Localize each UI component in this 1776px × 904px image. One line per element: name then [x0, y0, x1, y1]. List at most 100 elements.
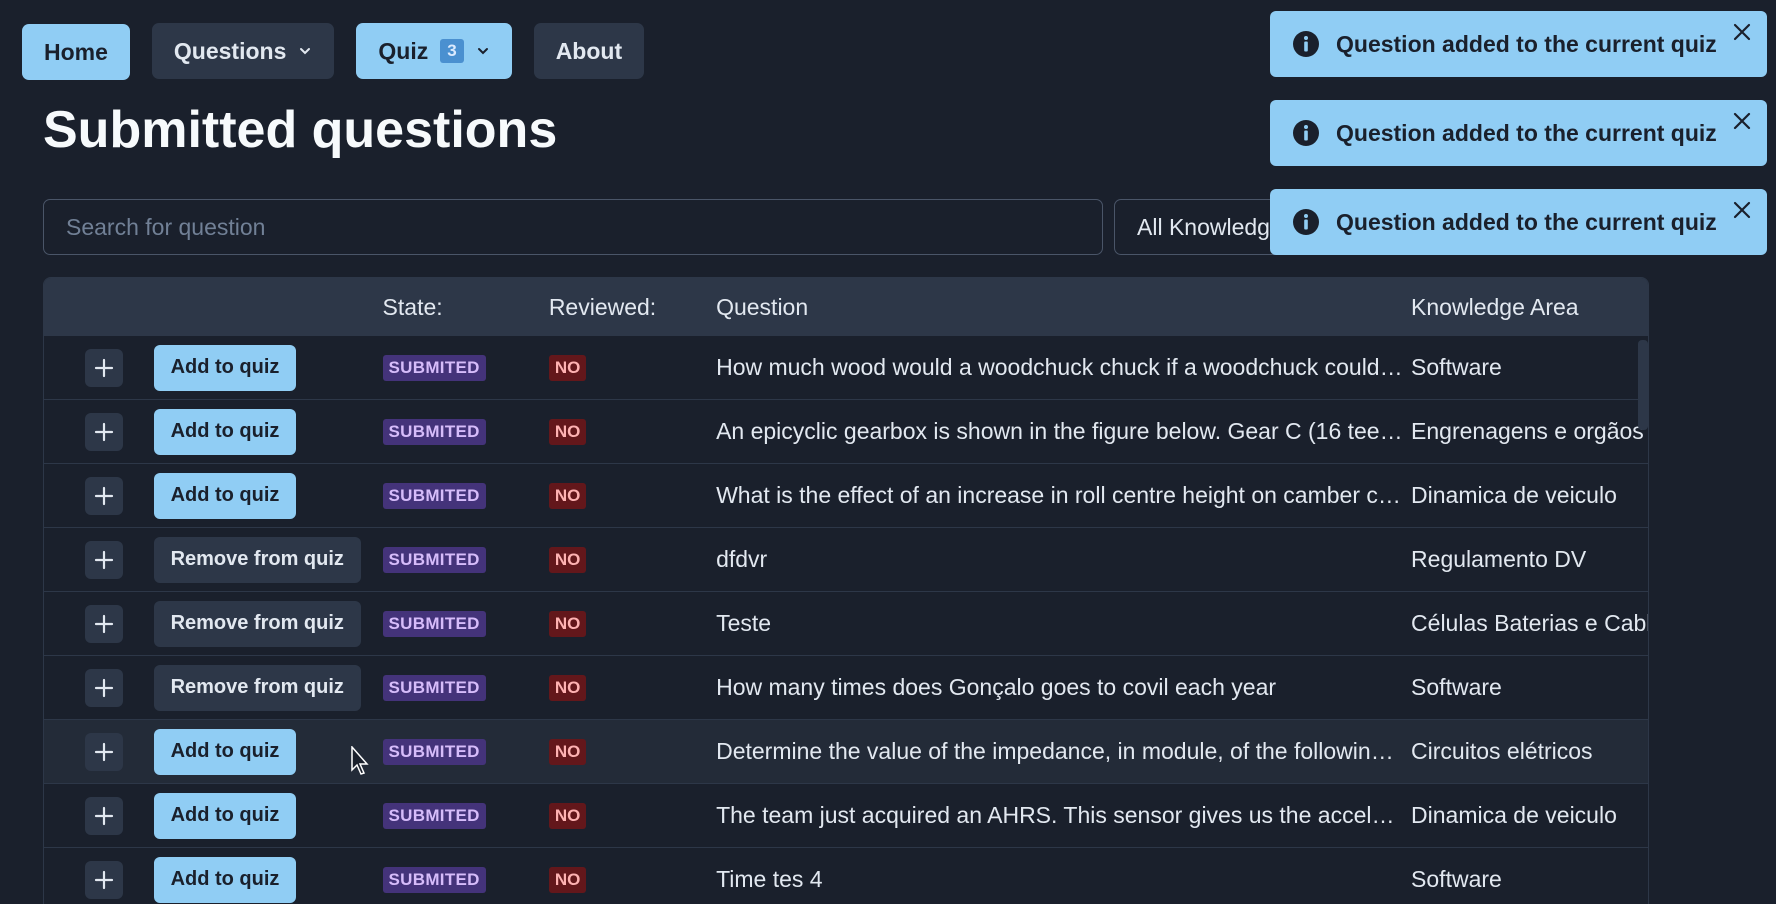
reviewed-badge: NO — [548, 610, 587, 637]
plus-icon — [94, 550, 113, 569]
question-text: How much wood would a woodchuck chuck if… — [716, 354, 1410, 380]
plus-icon — [94, 806, 113, 825]
page-title: Submitted questions — [43, 101, 558, 159]
toast-message: Question added to the current quiz — [1336, 119, 1717, 146]
state-badge: SUBMITED — [382, 738, 486, 765]
toast-notification: Question added to the current quiz — [1270, 100, 1767, 166]
table-row[interactable]: Add to quiz SUBMITED NO How much wood wo… — [44, 336, 1648, 400]
search-input[interactable] — [43, 199, 1103, 255]
question-text: Teste — [716, 610, 772, 636]
knowledge-area-text: Dinamica de veiculo — [1411, 802, 1617, 828]
plus-icon — [94, 486, 113, 505]
table-body: Add to quiz SUBMITED NO How much wood wo… — [44, 336, 1648, 904]
knowledge-area-text: Engrenagens e orgãos — [1411, 418, 1644, 444]
add-to-quiz-button[interactable]: Add to quiz — [153, 408, 297, 455]
question-text: Determine the value of the impedance, in… — [716, 738, 1410, 764]
plus-icon — [94, 742, 113, 761]
table-row[interactable]: Remove from quiz SUBMITED NO How many ti… — [44, 656, 1648, 720]
chevron-down-icon — [477, 48, 488, 55]
nav-questions-button[interactable]: Questions — [151, 23, 335, 79]
add-to-quiz-button[interactable]: Add to quiz — [153, 472, 297, 519]
table-header: State: Reviewed: Question Knowledge Area — [44, 278, 1648, 336]
expand-row-button[interactable] — [84, 860, 123, 899]
nav-questions-label: Questions — [173, 37, 287, 64]
close-icon[interactable] — [1731, 199, 1753, 221]
question-text: How many times does Gonçalo goes to covi… — [716, 674, 1277, 700]
add-to-quiz-button[interactable]: Add to quiz — [153, 728, 297, 775]
nav-about-label: About — [555, 37, 623, 64]
nav-home-label: Home — [44, 38, 108, 65]
table-scrollbar[interactable] — [1638, 340, 1648, 430]
add-to-quiz-button[interactable]: Add to quiz — [153, 856, 297, 903]
remove-from-quiz-button[interactable]: Remove from quiz — [153, 664, 361, 711]
expand-row-button[interactable] — [84, 796, 123, 835]
expand-row-button[interactable] — [84, 348, 123, 387]
reviewed-badge: NO — [548, 546, 587, 573]
toast-message: Question added to the current quiz — [1336, 30, 1717, 57]
question-text: What is the effect of an increase in rol… — [716, 482, 1410, 508]
knowledge-area-text: Dinamica de veiculo — [1411, 482, 1617, 508]
expand-row-button[interactable] — [84, 412, 123, 451]
reviewed-badge: NO — [548, 482, 587, 509]
knowledge-area-text: Células Baterias e Cablagens — [1411, 610, 1648, 636]
remove-from-quiz-button[interactable]: Remove from quiz — [153, 536, 361, 583]
plus-icon — [94, 614, 113, 633]
nav-home-button[interactable]: Home — [22, 24, 130, 80]
reviewed-badge: NO — [548, 354, 587, 381]
table-row[interactable]: Remove from quiz SUBMITED NO Teste Célul… — [44, 592, 1648, 656]
table-row[interactable]: Add to quiz SUBMITED NO An epicyclic gea… — [44, 400, 1648, 464]
question-text: Time tes 4 — [716, 866, 823, 892]
info-icon — [1293, 31, 1319, 57]
add-to-quiz-button[interactable]: Add to quiz — [153, 344, 297, 391]
knowledge-area-text: Circuitos elétricos — [1411, 738, 1593, 764]
question-text: dfdvr — [716, 546, 768, 572]
mouse-cursor-icon — [351, 746, 369, 775]
plus-icon — [94, 678, 113, 697]
table-row[interactable]: Add to quiz SUBMITED NO Time tes 4 Softw… — [44, 848, 1648, 904]
state-badge: SUBMITED — [382, 482, 486, 509]
info-icon — [1293, 209, 1319, 235]
toast-notification: Question added to the current quiz — [1270, 11, 1767, 77]
knowledge-area-text: Software — [1411, 674, 1502, 700]
reviewed-badge: NO — [548, 802, 587, 829]
toast-message: Question added to the current quiz — [1336, 208, 1717, 235]
nav-about-button[interactable]: About — [533, 23, 645, 79]
nav-quiz-label: Quiz — [378, 37, 429, 64]
question-text: An epicyclic gearbox is shown in the fig… — [716, 418, 1410, 444]
knowledge-area-text: Software — [1411, 354, 1502, 380]
expand-row-button[interactable] — [84, 604, 123, 643]
expand-row-button[interactable] — [84, 668, 123, 707]
questions-table: State: Reviewed: Question Knowledge Area… — [43, 277, 1649, 904]
state-badge: SUBMITED — [382, 802, 486, 829]
reviewed-badge: NO — [548, 866, 587, 893]
expand-row-button[interactable] — [84, 476, 123, 515]
header-reviewed: Reviewed: — [548, 293, 657, 320]
table-row[interactable]: Remove from quiz SUBMITED NO dfdvr Regul… — [44, 528, 1648, 592]
knowledge-area-text: Regulamento DV — [1411, 546, 1587, 572]
toast-notification: Question added to the current quiz — [1270, 189, 1767, 255]
knowledge-area-text: Software — [1411, 866, 1502, 892]
expand-row-button[interactable] — [84, 732, 123, 771]
reviewed-badge: NO — [548, 418, 587, 445]
reviewed-badge: NO — [548, 674, 587, 701]
header-state: State: — [382, 293, 443, 320]
question-text: The team just acquired an AHRS. This sen… — [716, 802, 1410, 828]
plus-icon — [94, 422, 113, 441]
remove-from-quiz-button[interactable]: Remove from quiz — [153, 600, 361, 647]
header-question: Question — [716, 293, 809, 320]
table-row[interactable]: Add to quiz SUBMITED NO Determine the va… — [44, 720, 1648, 784]
nav-quiz-button[interactable]: Quiz 3 — [356, 23, 512, 79]
state-badge: SUBMITED — [382, 354, 486, 381]
add-to-quiz-button[interactable]: Add to quiz — [153, 792, 297, 839]
close-icon[interactable] — [1731, 21, 1753, 43]
top-nav: Home Questions Quiz 3 About — [22, 22, 645, 80]
state-badge: SUBMITED — [382, 866, 486, 893]
state-badge: SUBMITED — [382, 674, 486, 701]
table-row[interactable]: Add to quiz SUBMITED NO What is the effe… — [44, 464, 1648, 528]
plus-icon — [94, 870, 113, 889]
expand-row-button[interactable] — [84, 540, 123, 579]
close-icon[interactable] — [1731, 110, 1753, 132]
page: Home Questions Quiz 3 About Submitted qu… — [0, 0, 1776, 904]
table-row[interactable]: Add to quiz SUBMITED NO The team just ac… — [44, 784, 1648, 848]
chevron-down-icon — [300, 48, 311, 55]
